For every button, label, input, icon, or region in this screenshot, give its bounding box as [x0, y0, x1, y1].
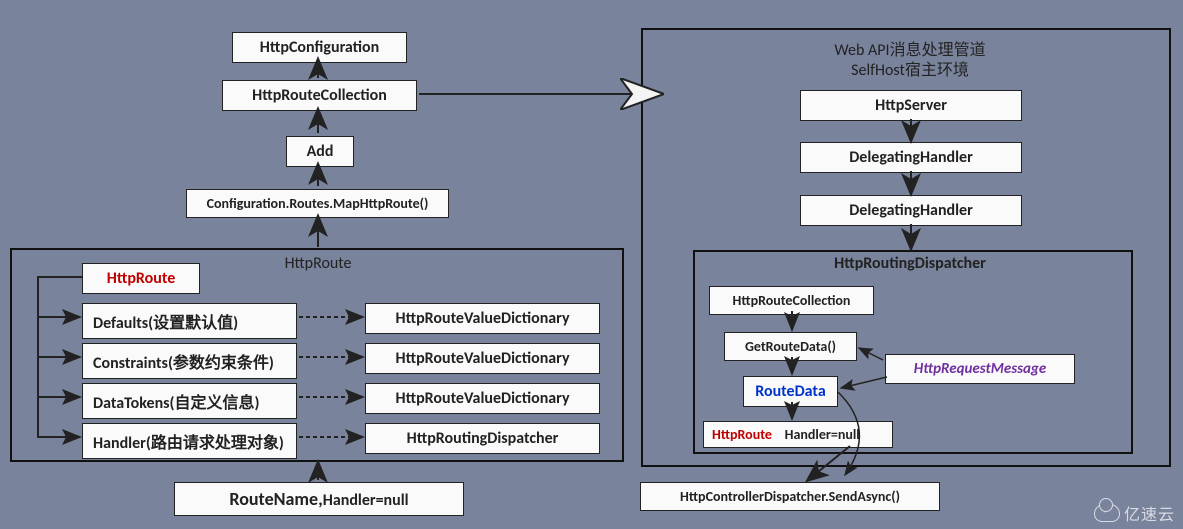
label-routing-dispatcher: HttpRoutingDispatcher [770, 254, 1050, 273]
node-routing-dispatcher-left: HttpRoutingDispatcher [365, 423, 600, 454]
text-handler-null: Handler=null [323, 491, 409, 510]
label-http-route-container: HttpRoute [268, 254, 368, 273]
node-routename-handler: RouteName,Handler=null [174, 482, 464, 516]
node-http-route-collection-right: HttpRouteCollection [709, 286, 874, 315]
node-add: Add [286, 136, 354, 167]
node-dict2: HttpRouteValueDictionary [365, 343, 600, 374]
node-http-server: HttpServer [800, 90, 1022, 121]
node-defaults: Defaults(设置默认值) [82, 303, 297, 339]
text-httproute-red-right: HttpRoute [712, 426, 772, 443]
node-map-http-route: Configuration.Routes.MapHttpRoute() [186, 189, 449, 218]
node-http-request-message: HttpRequestMessage [885, 354, 1075, 384]
watermark: · 亿速云 [1094, 501, 1175, 525]
node-http-route-red-left: HttpRoute [82, 263, 200, 294]
node-constraints: Constraints(参数约束条件) [82, 343, 297, 379]
text-routename: RouteName, [229, 488, 322, 510]
text-handler-null-right: Handler=null [785, 426, 860, 443]
node-datatokens: DataTokens(自定义信息) [82, 383, 297, 419]
node-send-async: HttpControllerDispatcher.SendAsync() [640, 482, 940, 511]
label-pipeline-title2: SelfHost宿主环境 [760, 56, 1060, 80]
node-http-route-collection-left: HttpRouteCollection [222, 80, 417, 111]
node-route-data: RouteData [743, 376, 838, 407]
watermark-text: 亿速云 [1124, 501, 1175, 525]
node-httproute-handler-null: HttpRoute Handler=null [703, 421, 893, 448]
node-delegating-handler-2: DelegatingHandler [800, 195, 1022, 226]
node-http-configuration: HttpConfiguration [232, 32, 407, 63]
node-get-route-data: GetRouteData() [724, 332, 857, 361]
node-delegating-handler-1: DelegatingHandler [800, 142, 1022, 173]
node-handler: Handler(路由请求处理对象) [82, 423, 297, 459]
node-dict3: HttpRouteValueDictionary [365, 383, 600, 414]
cloud-icon: · [1094, 504, 1120, 522]
node-dict1: HttpRouteValueDictionary [365, 303, 600, 334]
